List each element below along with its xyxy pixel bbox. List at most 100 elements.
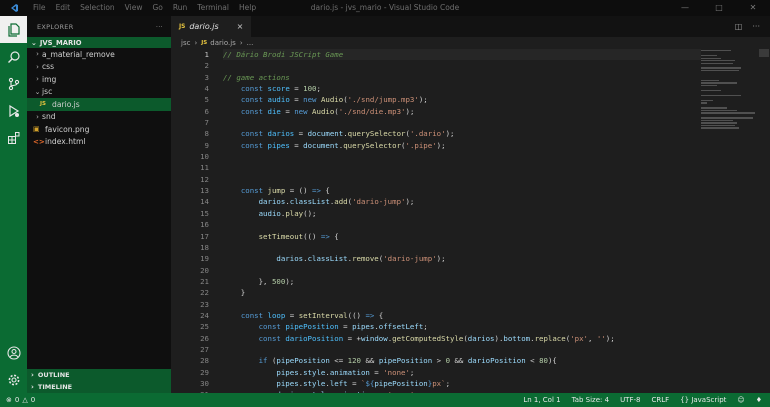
line-number: 6	[204, 106, 209, 116]
html-file-icon: <>	[33, 137, 45, 146]
chevron-right-icon: ›	[239, 39, 243, 47]
extensions-icon[interactable]	[0, 124, 27, 151]
more-actions-icon[interactable]: ···	[752, 22, 760, 31]
code-line: 26 const darioPosition = +window.getComp…	[171, 333, 701, 344]
code-line: 17 setTimeout(() => {	[171, 231, 701, 242]
problems-indicator[interactable]: ⊗ 0 △ 0	[0, 396, 35, 404]
window-controls: — □ ✕	[668, 0, 770, 16]
line-number: 15	[200, 208, 209, 218]
code-editor[interactable]: 1// Dário Brodi JSCript Game 2 3// game …	[171, 49, 701, 393]
source-control-icon[interactable]	[0, 70, 27, 97]
line-number: 19	[200, 254, 209, 264]
line-number: 30	[200, 378, 209, 388]
tree-file-favicon[interactable]: ▣ favicon.png	[27, 123, 171, 136]
code-line: 5 const audio = new Audio('./snd/jump.mp…	[171, 94, 701, 105]
chevron-right-icon: ›	[36, 50, 39, 59]
code-line: 23	[171, 299, 701, 310]
code-line: 20	[171, 265, 701, 276]
run-debug-icon[interactable]	[0, 97, 27, 124]
editor-scrollbar[interactable]	[757, 49, 770, 393]
tab-size[interactable]: Tab Size: 4	[572, 396, 609, 404]
line-number: 13	[200, 186, 209, 196]
title-bar: File Edit Selection View Go Run Terminal…	[0, 0, 770, 16]
cursor-position[interactable]: Ln 1, Col 1	[523, 396, 560, 404]
line-number: 5	[204, 95, 209, 105]
code-line: 21 }, 500);	[171, 276, 701, 287]
line-number: 16	[200, 220, 209, 230]
line-number: 29	[200, 367, 209, 377]
menu-run[interactable]: Run	[168, 0, 192, 16]
breadcrumb-file[interactable]: dario.js	[210, 39, 236, 47]
explorer-sidebar: EXPLORER ··· ⌄ JVS_MARIO › a_material_re…	[27, 16, 171, 393]
error-count: 0	[14, 396, 20, 404]
breadcrumb: jsc › JS dario.js › ...	[171, 37, 770, 49]
project-folder[interactable]: ⌄ JVS_MARIO	[27, 37, 171, 48]
tree-item-label: index.html	[45, 137, 86, 147]
breadcrumb-folder[interactable]: jsc	[181, 39, 190, 47]
warning-icon: △	[22, 396, 28, 404]
line-ending[interactable]: CRLF	[651, 396, 669, 404]
menu-view[interactable]: View	[120, 0, 148, 16]
line-number: 20	[200, 265, 209, 275]
feedback-icon[interactable]: ☺	[737, 396, 744, 404]
tree-file-dario-js[interactable]: JS dario.js	[27, 98, 171, 111]
outline-panel[interactable]: › OUTLINE	[27, 369, 171, 381]
code-line: 14 darios.classList.add('dario-jump');	[171, 196, 701, 207]
menu-help[interactable]: Help	[234, 0, 261, 16]
code-line: 2	[171, 60, 701, 71]
tree-item-label: dario.js	[52, 99, 80, 109]
line-number: 28	[200, 356, 209, 366]
menu-selection[interactable]: Selection	[75, 0, 120, 16]
code-line: 18	[171, 242, 701, 253]
tab-bar: JS dario.js × ◫ ···	[171, 16, 770, 37]
status-right: Ln 1, Col 1 Tab Size: 4 UTF-8 CRLF {} Ja…	[523, 396, 770, 404]
timeline-label: TIMELINE	[37, 383, 73, 391]
tree-folder-snd[interactable]: › snd	[27, 111, 171, 124]
split-editor-icon[interactable]: ◫	[735, 22, 743, 31]
js-file-icon: JS	[201, 40, 208, 46]
line-number: 2	[204, 61, 209, 71]
tree-item-label: snd	[42, 112, 56, 122]
outline-label: OUTLINE	[37, 371, 70, 379]
menu-go[interactable]: Go	[147, 0, 167, 16]
close-tab-icon[interactable]: ×	[237, 22, 244, 31]
minimap[interactable]	[701, 49, 757, 169]
search-icon[interactable]	[0, 43, 27, 70]
line-number: 11	[200, 163, 209, 173]
tab-label: dario.js	[189, 22, 219, 31]
code-line: 24 const loop = setInterval(() => {	[171, 310, 701, 321]
warning-count: 0	[30, 396, 36, 404]
code-line: 15 audio.play();	[171, 208, 701, 219]
maximize-icon[interactable]: □	[702, 0, 736, 16]
notifications-bell-icon[interactable]: ♦	[756, 396, 762, 404]
tab-dario-js[interactable]: JS dario.js ×	[171, 16, 252, 37]
language-mode[interactable]: {} JavaScript	[680, 396, 726, 404]
tree-folder-css[interactable]: › css	[27, 61, 171, 74]
encoding[interactable]: UTF-8	[620, 396, 640, 404]
tree-item-label: css	[42, 62, 55, 72]
close-window-icon[interactable]: ✕	[736, 0, 770, 16]
account-icon[interactable]	[0, 339, 27, 366]
tree-folder-img[interactable]: › img	[27, 73, 171, 86]
tree-folder-jsc[interactable]: ⌄ jsc	[27, 86, 171, 99]
activity-bar-bottom	[0, 339, 27, 393]
chevron-right-icon: ›	[36, 112, 39, 121]
tree-item-label: img	[42, 74, 57, 84]
js-file-icon: JS	[40, 101, 47, 108]
code-line: 4 const score = 100;	[171, 83, 701, 94]
breadcrumb-more[interactable]: ...	[247, 39, 254, 47]
timeline-panel[interactable]: › TIMELINE	[27, 381, 171, 393]
code-line: 6 const die = new Audio('./snd/die.mp3')…	[171, 106, 701, 117]
code-line: 9 const pipes = document.querySelector('…	[171, 140, 701, 151]
minimize-icon[interactable]: —	[668, 0, 702, 16]
menu-file[interactable]: File	[28, 0, 51, 16]
status-bar: ⊗ 0 △ 0 Ln 1, Col 1 Tab Size: 4 UTF-8 CR…	[0, 393, 770, 407]
explorer-icon[interactable]	[0, 16, 27, 43]
scrollbar-thumb[interactable]	[759, 49, 769, 57]
settings-gear-icon[interactable]	[0, 366, 27, 393]
tree-file-index-html[interactable]: <> index.html	[27, 136, 171, 149]
menu-terminal[interactable]: Terminal	[192, 0, 234, 16]
menu-edit[interactable]: Edit	[51, 0, 76, 16]
tree-folder-a-material-remove[interactable]: › a_material_remove	[27, 48, 171, 61]
more-actions-icon[interactable]: ···	[156, 23, 163, 31]
